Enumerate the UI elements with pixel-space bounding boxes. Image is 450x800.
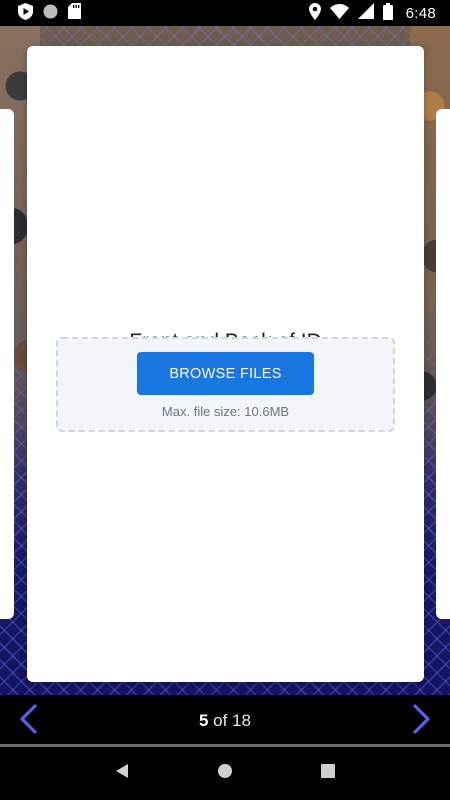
system-nav-bar <box>0 747 450 800</box>
back-triangle-icon <box>115 763 129 784</box>
previous-page-button[interactable] <box>2 695 54 747</box>
chevron-left-icon <box>17 703 39 739</box>
file-dropzone[interactable]: BROWSE FILES Max. file size: 10.6MB <box>56 337 395 432</box>
status-left-icons <box>18 2 81 24</box>
next-card-peek[interactable] <box>436 109 450 619</box>
status-time: 6:48 <box>405 4 436 22</box>
chevron-right-icon <box>411 703 433 739</box>
location-icon <box>308 2 321 24</box>
wifi-icon <box>329 3 349 23</box>
circle-notification-icon <box>43 4 58 23</box>
home-circle-icon <box>217 763 233 784</box>
page-total: 18 <box>232 711 251 730</box>
battery-icon <box>382 2 393 24</box>
play-protect-icon <box>18 2 33 24</box>
home-button[interactable] <box>205 754 245 794</box>
status-bar: 6:48 <box>0 0 450 26</box>
page-indicator: 5 of 18 <box>199 711 251 731</box>
signal-icon <box>357 3 374 23</box>
recents-button[interactable] <box>308 754 348 794</box>
back-button[interactable] <box>102 754 142 794</box>
page-separator: of <box>208 711 233 730</box>
upload-card: Front and Back of ID BROWSE FILES Max. f… <box>27 46 424 682</box>
status-right-icons: 6:48 <box>308 2 436 24</box>
next-page-button[interactable] <box>396 695 448 747</box>
previous-card-peek[interactable] <box>0 109 14 619</box>
sd-card-icon <box>68 3 81 23</box>
recents-square-icon <box>321 764 336 783</box>
max-file-size-note: Max. file size: 10.6MB <box>161 404 290 419</box>
browse-files-button[interactable]: BROWSE FILES <box>137 352 314 395</box>
pager-bar: 5 of 18 <box>0 695 450 747</box>
